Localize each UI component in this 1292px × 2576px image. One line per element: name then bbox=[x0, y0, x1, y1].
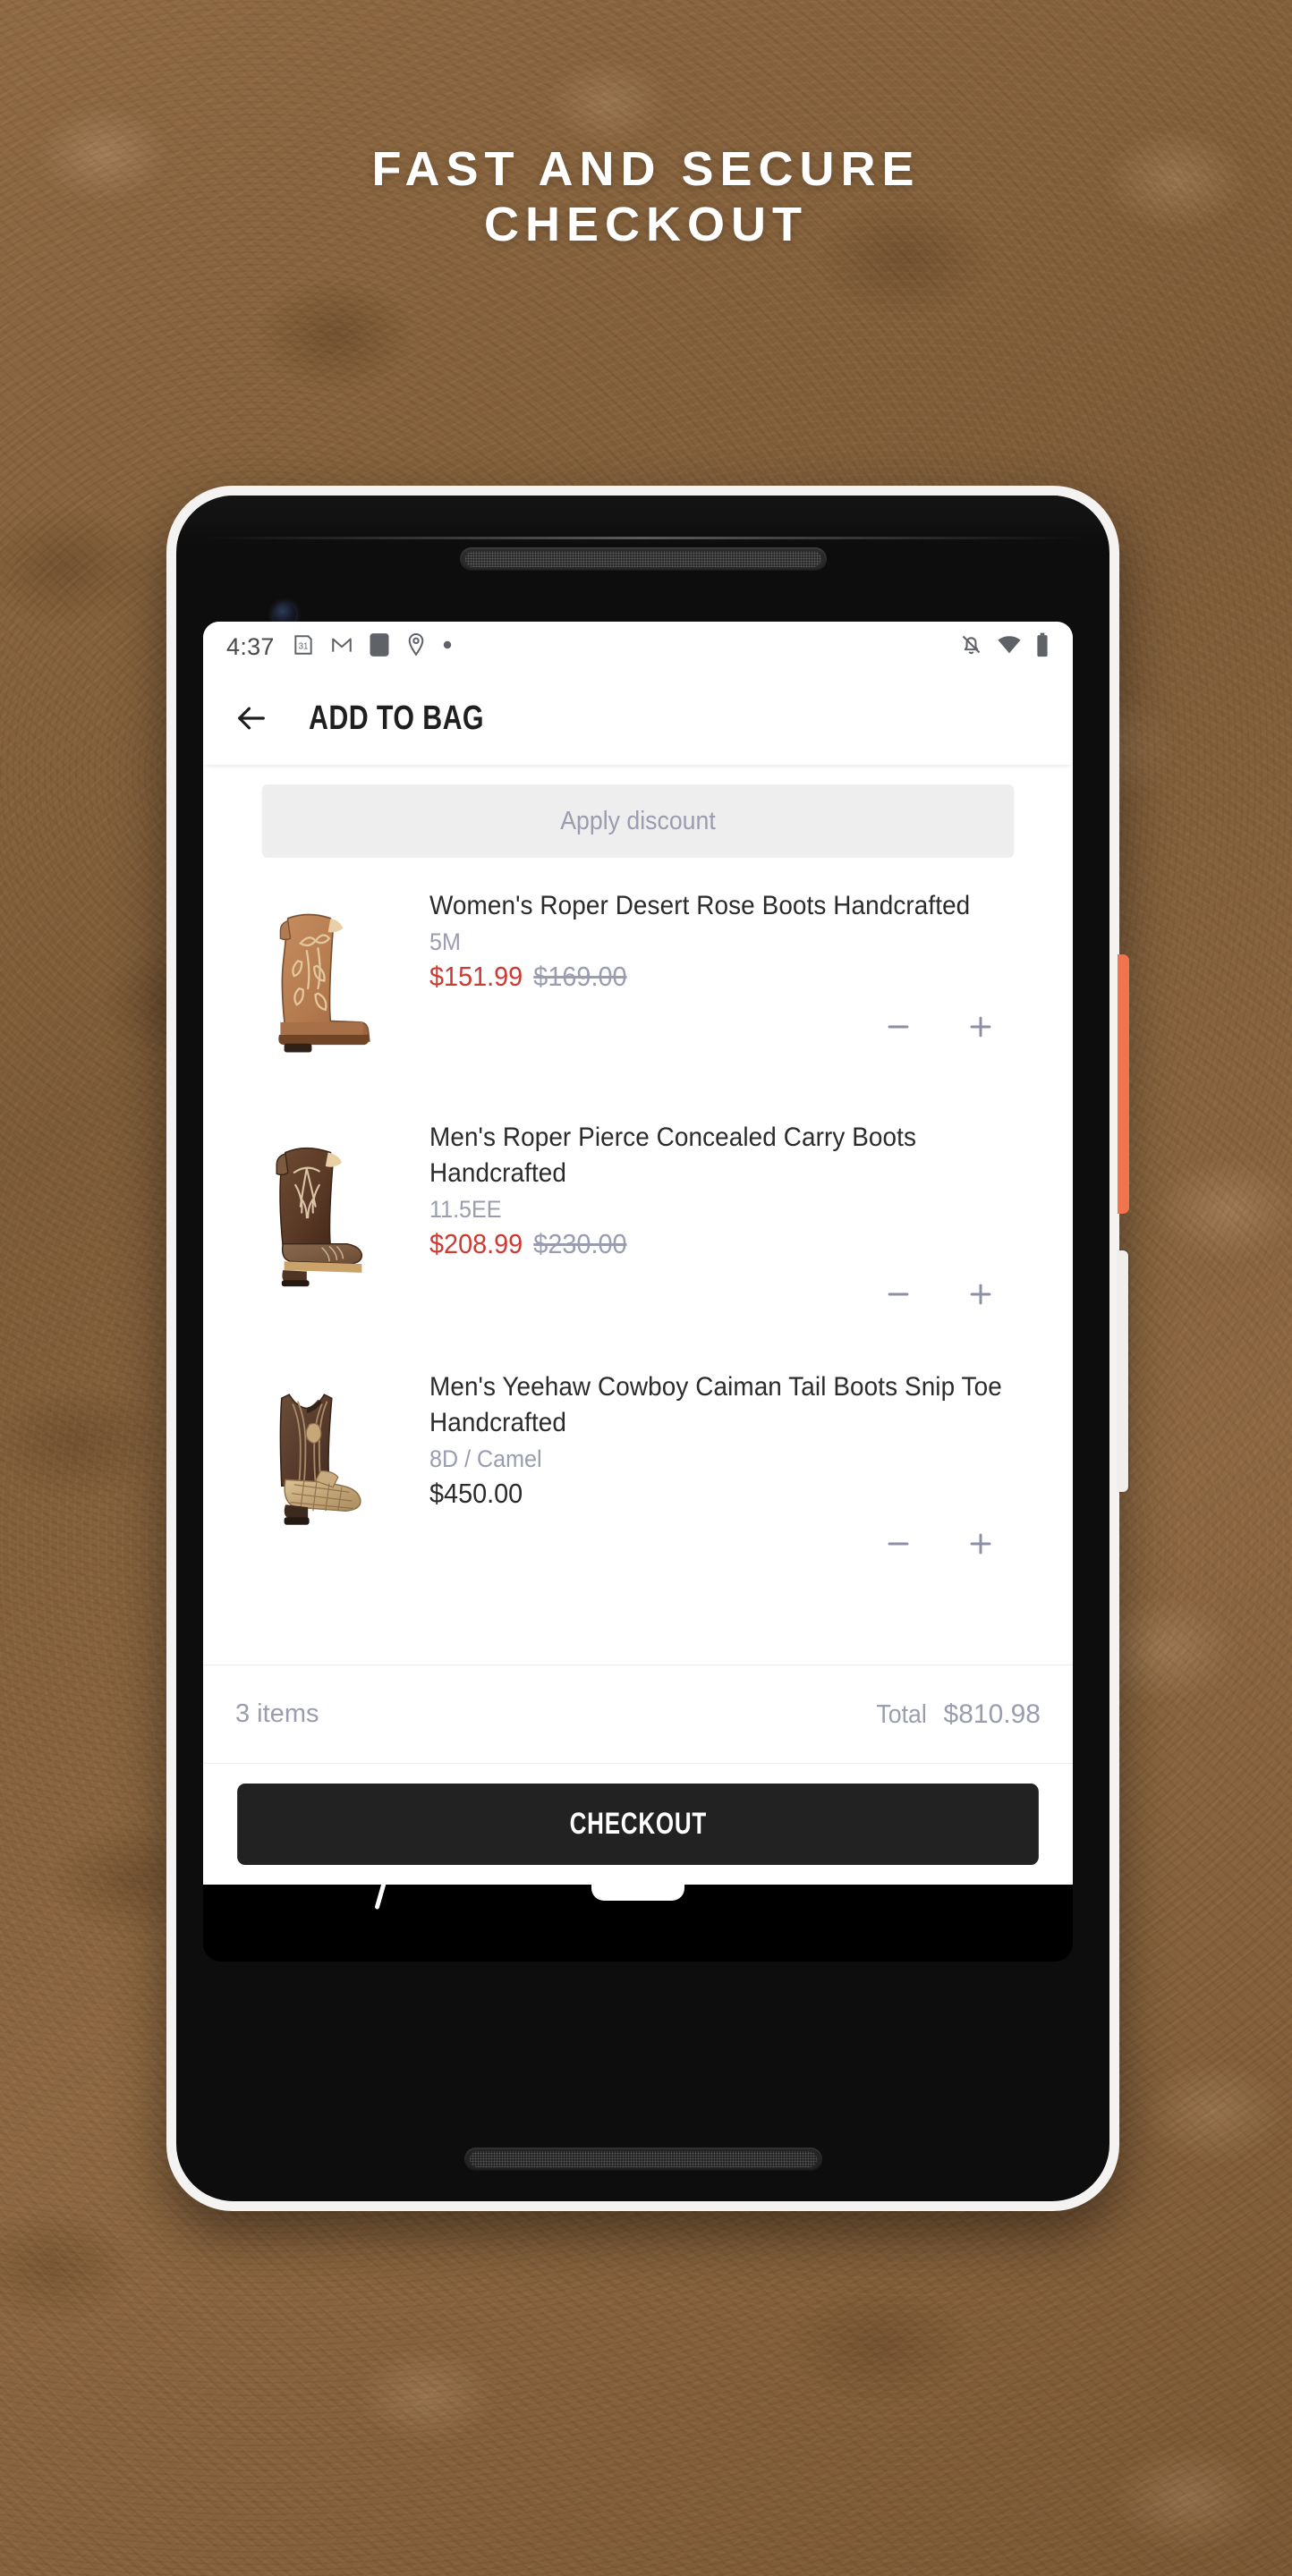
phone-mockup: 4:37 31 ADD TO BAG Apply discount Women'… bbox=[166, 486, 1119, 2211]
quantity-stepper[interactable] bbox=[429, 1510, 1047, 1572]
back-arrow-icon[interactable] bbox=[234, 700, 269, 736]
battery-icon bbox=[1035, 632, 1050, 662]
product-price-group: $208.99 $230.00 bbox=[429, 1228, 1004, 1260]
status-time: 4:37 bbox=[226, 632, 275, 660]
volume-rocker-button[interactable] bbox=[1118, 1250, 1128, 1492]
cart-scroll-area[interactable]: Apply discount Women's Roper Desert Rose… bbox=[203, 765, 1073, 1665]
home-gesture-pill[interactable] bbox=[591, 1877, 684, 1901]
dot-icon bbox=[442, 639, 453, 655]
app-bar: ADD TO BAG bbox=[203, 672, 1073, 765]
checkout-button-label: CHECKOUT bbox=[569, 1807, 707, 1841]
system-navigation-bar bbox=[203, 1877, 1073, 1962]
status-bar: 4:37 31 bbox=[203, 622, 1073, 672]
item-divider bbox=[203, 1073, 1073, 1089]
page-title: ADD TO BAG bbox=[309, 699, 484, 737]
item-divider bbox=[203, 1323, 1073, 1339]
decrease-quantity-icon[interactable] bbox=[879, 1007, 918, 1046]
promo-headline: FAST AND SECURE CHECKOUT bbox=[0, 141, 1292, 252]
power-button[interactable] bbox=[1118, 954, 1129, 1214]
status-left-icons: 31 bbox=[292, 632, 453, 662]
promo-headline-line-1: FAST AND SECURE bbox=[371, 142, 921, 196]
product-details: Women's Roper Desert Rose Boots Handcraf… bbox=[429, 881, 1047, 1073]
decrease-quantity-icon[interactable] bbox=[879, 1275, 918, 1314]
total-group: Total $810.98 bbox=[874, 1699, 1041, 1730]
total-amount: $810.98 bbox=[943, 1699, 1041, 1729]
phone-screen: 4:37 31 ADD TO BAG Apply discount Women'… bbox=[203, 622, 1073, 1885]
product-price-group: $450.00 bbox=[429, 1478, 1004, 1510]
decrease-quantity-icon[interactable] bbox=[879, 1524, 918, 1563]
product-title: Men's Roper Pierce Concealed Carry Boots… bbox=[429, 1123, 917, 1188]
gmail-icon bbox=[330, 633, 353, 661]
product-sale-price: $208.99 bbox=[429, 1227, 523, 1259]
product-title: Women's Roper Desert Rose Boots Handcraf… bbox=[429, 891, 971, 920]
notifications-off-icon bbox=[959, 632, 983, 661]
product-compare-price: $169.00 bbox=[533, 960, 627, 992]
product-price-group: $151.99 $169.00 bbox=[429, 961, 1004, 993]
calendar-31-icon: 31 bbox=[292, 633, 315, 661]
product-compare-price: $230.00 bbox=[533, 1227, 627, 1259]
status-right-icons bbox=[959, 632, 1050, 662]
product-details: Men's Roper Pierce Concealed Carry Boots… bbox=[429, 1113, 1047, 1323]
item-count-label: 3 items bbox=[235, 1699, 319, 1728]
product-details: Men's Yeehaw Cowboy Caiman Tail Boots Sn… bbox=[429, 1362, 1047, 1572]
total-label: Total bbox=[876, 1699, 928, 1729]
product-sale-price: $151.99 bbox=[429, 960, 523, 992]
product-price: $450.00 bbox=[429, 1477, 523, 1509]
cart-item-row[interactable]: Men's Roper Pierce Concealed Carry Boots… bbox=[203, 1089, 1073, 1323]
location-pin-icon bbox=[405, 632, 427, 661]
cart-totals-bar: 3 items Total $810.98 bbox=[203, 1665, 1073, 1763]
earpiece-speaker-icon bbox=[459, 547, 827, 571]
checkout-bar: CHECKOUT bbox=[203, 1763, 1073, 1885]
product-title: Men's Yeehaw Cowboy Caiman Tail Boots Sn… bbox=[429, 1371, 1002, 1437]
increase-quantity-icon[interactable] bbox=[961, 1524, 1000, 1563]
product-variant: 5M bbox=[429, 928, 461, 955]
product-image-brown-square-toe-boot bbox=[229, 1113, 417, 1305]
app-square-icon bbox=[369, 632, 390, 662]
promo-headline-line-2: CHECKOUT bbox=[484, 198, 808, 252]
bottom-speaker-icon bbox=[463, 2148, 822, 2171]
back-gesture-hint-icon bbox=[374, 1878, 387, 1911]
checkout-button[interactable]: CHECKOUT bbox=[237, 1784, 1039, 1865]
quantity-stepper[interactable] bbox=[429, 993, 1047, 1055]
increase-quantity-icon[interactable] bbox=[961, 1275, 1000, 1314]
product-image-tan-rose-boot bbox=[229, 881, 417, 1073]
apply-discount-input[interactable]: Apply discount bbox=[261, 784, 1015, 858]
product-variant: 8D / Camel bbox=[429, 1445, 542, 1472]
product-image-caiman-tail-boot bbox=[229, 1362, 417, 1555]
svg-text:31: 31 bbox=[298, 641, 308, 651]
cart-item-row[interactable]: Women's Roper Desert Rose Boots Handcraf… bbox=[203, 858, 1073, 1073]
phone-top-bezel bbox=[176, 496, 1109, 546]
cart-item-row[interactable]: Men's Yeehaw Cowboy Caiman Tail Boots Sn… bbox=[203, 1339, 1073, 1572]
product-variant: 11.5EE bbox=[429, 1195, 502, 1223]
increase-quantity-icon[interactable] bbox=[961, 1007, 1000, 1046]
quantity-stepper[interactable] bbox=[429, 1260, 1047, 1323]
wifi-icon bbox=[997, 635, 1022, 659]
discount-section: Apply discount bbox=[203, 765, 1073, 858]
